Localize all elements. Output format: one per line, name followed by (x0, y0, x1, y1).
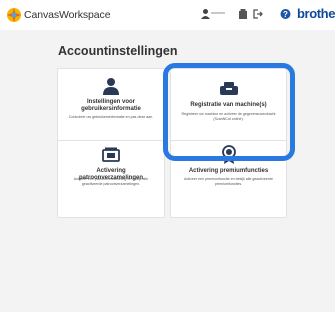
canvas-workspace-logo-icon[interactable] (6, 7, 22, 23)
document-icon[interactable] (238, 8, 248, 20)
brother-logo: brother (297, 6, 335, 21)
app-name[interactable]: CanvasWorkspace (24, 9, 111, 21)
card-pattern-collections[interactable]: Activering patroonverzamelingen Activeer… (57, 140, 165, 218)
pattern-collection-icon (102, 147, 120, 162)
card-description: Activeer een premiumfunctie en bekijk al… (184, 177, 273, 186)
user-icon (103, 78, 119, 95)
help-icon[interactable]: ? (280, 8, 291, 20)
user-icon[interactable] (201, 8, 210, 20)
user-name[interactable]: xxxxxxx (211, 10, 225, 15)
svg-text:?: ? (283, 10, 288, 19)
main-content: Accountinstellingen Instellingen voor ge… (0, 30, 335, 312)
card-title: Instellingen voor gebruikersinformatie (81, 99, 141, 112)
highlight-ring (163, 63, 295, 161)
logout-icon[interactable] (253, 8, 263, 20)
card-description: Activeer een patroonverzameling en bekij… (73, 177, 149, 186)
card-description: Controleer uw gebruikersinformatie en pa… (68, 115, 154, 119)
page-title: Accountinstellingen (58, 44, 178, 58)
card-title: Activering premiumfuncties (188, 168, 269, 174)
top-header: CanvasWorkspace xxxxxxx ? brother (0, 0, 335, 30)
